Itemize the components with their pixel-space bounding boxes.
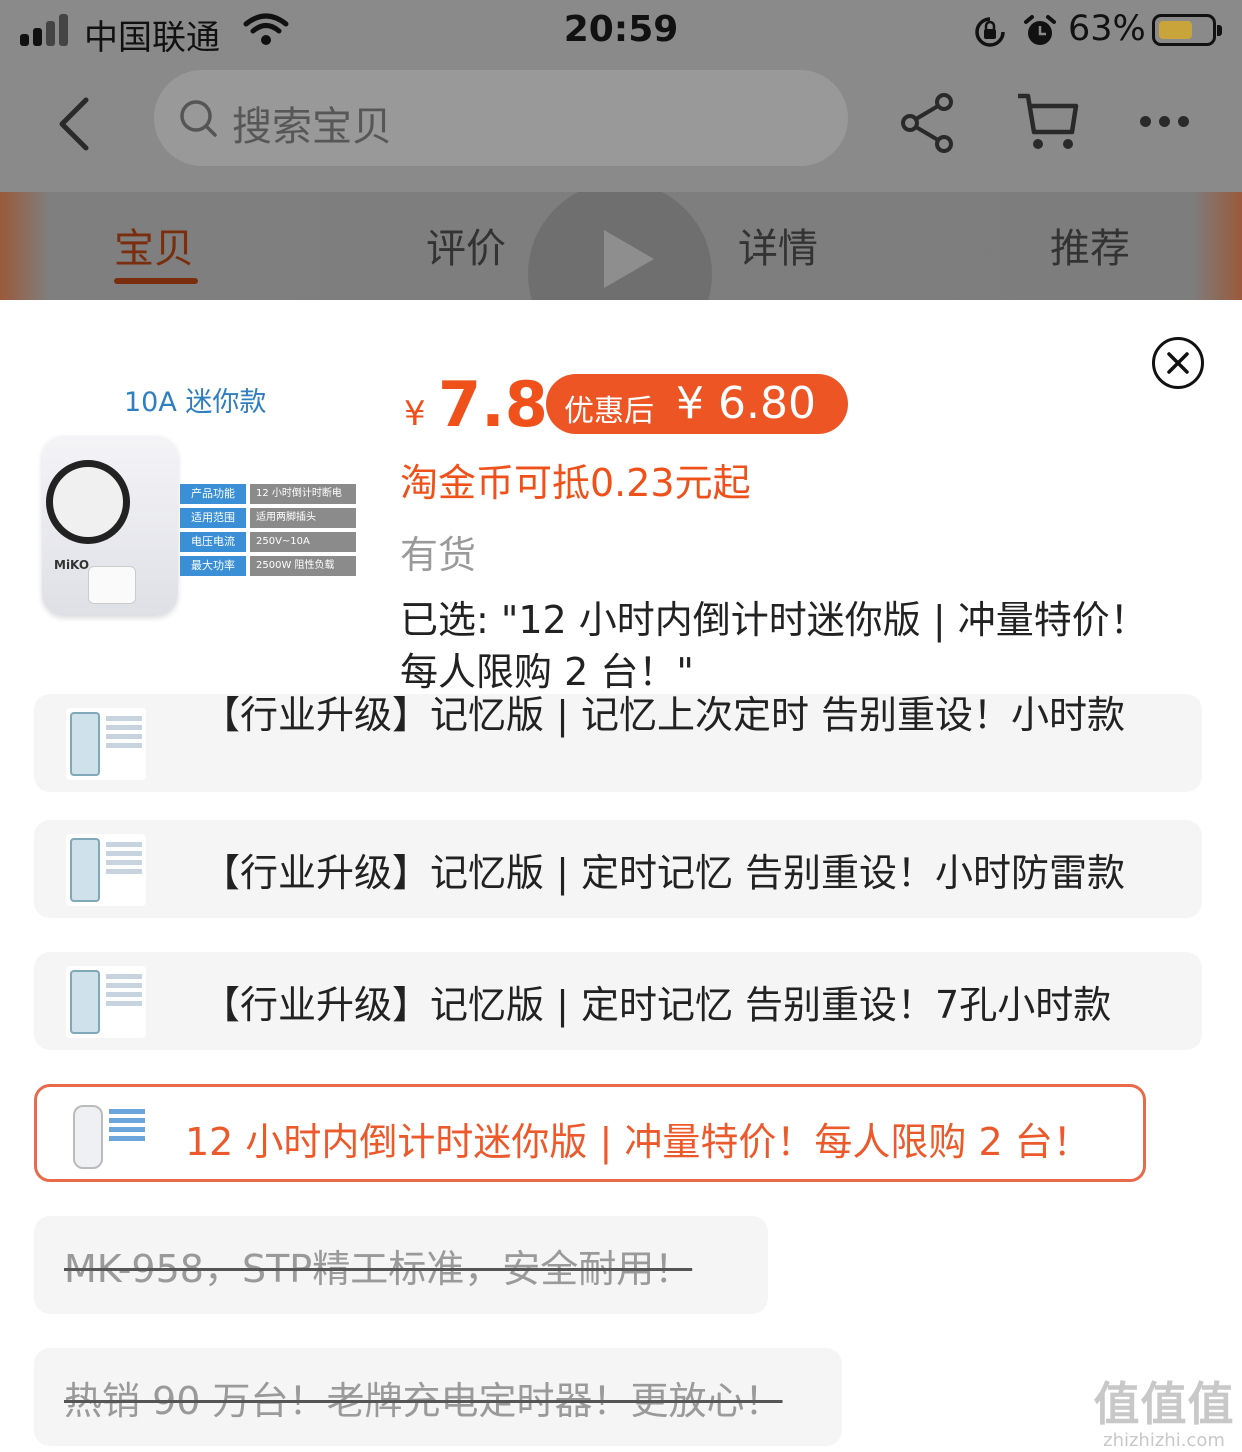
variant-thumbnail <box>69 1101 149 1173</box>
tab-details[interactable]: 详情 <box>738 216 818 274</box>
spec-table: 产品功能 12 小时倒计时断电 适用范围 适用两脚插头 电压电流 250V~10A 最… <box>180 484 356 580</box>
selected-variant-text: 已选: "12 小时内倒计时迷你版 | 冲量特价！每人限购 2 台！" <box>400 598 1148 694</box>
timer-socket-image: MiKO <box>42 436 178 616</box>
search-placeholder: 搜索宝贝 <box>232 104 392 150</box>
variant-label: 热销 90 万台！老牌充电定时器！更放心！ <box>64 1379 783 1423</box>
coin-deduction-text: 淘金币可抵0.23元起 <box>400 461 751 505</box>
tab-bar: 宝贝 评价 详情 推荐 <box>0 192 1242 300</box>
battery-percent: 63% <box>1068 9 1146 49</box>
cart-icon[interactable] <box>1014 90 1080 154</box>
spec-key: 适用范围 <box>180 508 246 528</box>
variant-label: 【行业升级】记忆版 | 记忆上次定时 告别重设！小时款 <box>202 694 1126 737</box>
watermark-url: zhizhizhi.com <box>1103 1430 1225 1451</box>
product-thumbnail[interactable]: 10A 迷你款 MiKO 产品功能 12 小时倒计时断电 适用范围 适用两脚插头 电… <box>38 370 364 690</box>
variant-option-selected[interactable]: 12 小时内倒计时迷你版 | 冲量特价！每人限购 2 台！ <box>34 1084 1146 1182</box>
variant-label: 【行业升级】记忆版 | 定时记忆 告别重设！7孔小时款 <box>202 983 1112 1027</box>
variant-option[interactable]: 【行业升级】记忆版 | 定时记忆 告别重设！小时防雷款 <box>34 820 1202 918</box>
alarm-icon <box>1024 15 1056 45</box>
play-icon[interactable] <box>598 226 658 292</box>
stock-status: 有货 <box>400 533 477 577</box>
battery-level <box>1159 21 1192 39</box>
spec-row: 适用范围 适用两脚插头 <box>180 508 356 528</box>
tab-reviews[interactable]: 评价 <box>426 216 506 274</box>
share-icon[interactable] <box>898 92 958 154</box>
watermark-logo: 值值值 zhizhizhi.com <box>1090 1368 1238 1451</box>
search-input[interactable]: 搜索宝贝 <box>154 70 848 166</box>
back-icon[interactable] <box>54 94 94 154</box>
spec-value: 12 小时倒计时断电 <box>250 484 356 504</box>
status-bar: 中国联通 20:59 63% <box>0 0 1242 62</box>
timer-dial <box>46 460 130 544</box>
spec-key: 电压电流 <box>180 532 246 552</box>
spec-value: 适用两脚插头 <box>250 508 356 528</box>
top-nav-bar: 搜索宝贝 <box>0 62 1242 192</box>
outlet-image <box>88 566 136 604</box>
tab-recommend[interactable]: 推荐 <box>1050 216 1130 274</box>
thumbnail-title: 10A 迷你款 <box>124 387 267 418</box>
variant-option-disabled: MK-958，STP精工标准，安全耐用！ <box>34 1216 768 1314</box>
tab-baobei[interactable]: 宝贝 <box>114 216 194 274</box>
spec-value: 2500W 阻性负载 <box>250 556 356 576</box>
spec-value: 250V~10A <box>250 532 356 552</box>
spec-key: 最大功率 <box>180 556 246 576</box>
variant-label: MK-958，STP精工标准，安全耐用！ <box>64 1247 693 1291</box>
variant-thumbnail <box>66 708 146 780</box>
battery-icon <box>1152 14 1222 46</box>
active-tab-indicator <box>114 278 198 284</box>
price-currency: ¥ <box>404 394 426 434</box>
spec-row: 最大功率 2500W 阻性负载 <box>180 556 356 576</box>
variant-option[interactable]: 【行业升级】记忆版 | 记忆上次定时 告别重设！小时款 <box>34 694 1202 792</box>
thumbnail-brand: MiKO <box>54 558 90 572</box>
close-button[interactable] <box>1152 337 1204 389</box>
variant-label: 【行业升级】记忆版 | 定时记忆 告别重设！小时防雷款 <box>202 851 1126 895</box>
spec-row: 电压电流 250V~10A <box>180 532 356 552</box>
variant-option-disabled: 热销 90 万台！老牌充电定时器！更放心！ <box>34 1348 842 1446</box>
variant-thumbnail <box>66 966 146 1038</box>
price: 7.8 <box>438 368 548 441</box>
variant-option[interactable]: 【行业升级】记忆版 | 定时记忆 告别重设！7孔小时款 <box>34 952 1202 1050</box>
variant-thumbnail <box>66 834 146 906</box>
watermark-text: 值值值 <box>1093 1377 1235 1431</box>
sku-selection-sheet: 10A 迷你款 MiKO 产品功能 12 小时倒计时断电 适用范围 适用两脚插头 电… <box>0 300 1242 1452</box>
more-icon[interactable] <box>1140 112 1197 131</box>
close-icon <box>1167 352 1189 374</box>
coupon-price-badge: 优惠后 ¥ 6.80 <box>546 374 848 434</box>
variant-label: 12 小时内倒计时迷你版 | 冲量特价！每人限购 2 台！ <box>185 1120 1091 1164</box>
search-icon <box>180 100 217 137</box>
coupon-price: ¥ 6.80 <box>676 378 816 429</box>
spec-key: 产品功能 <box>180 484 246 504</box>
spec-row: 产品功能 12 小时倒计时断电 <box>180 484 356 504</box>
orientation-lock-icon <box>975 17 1005 47</box>
coupon-label: 优惠后 <box>564 394 654 429</box>
